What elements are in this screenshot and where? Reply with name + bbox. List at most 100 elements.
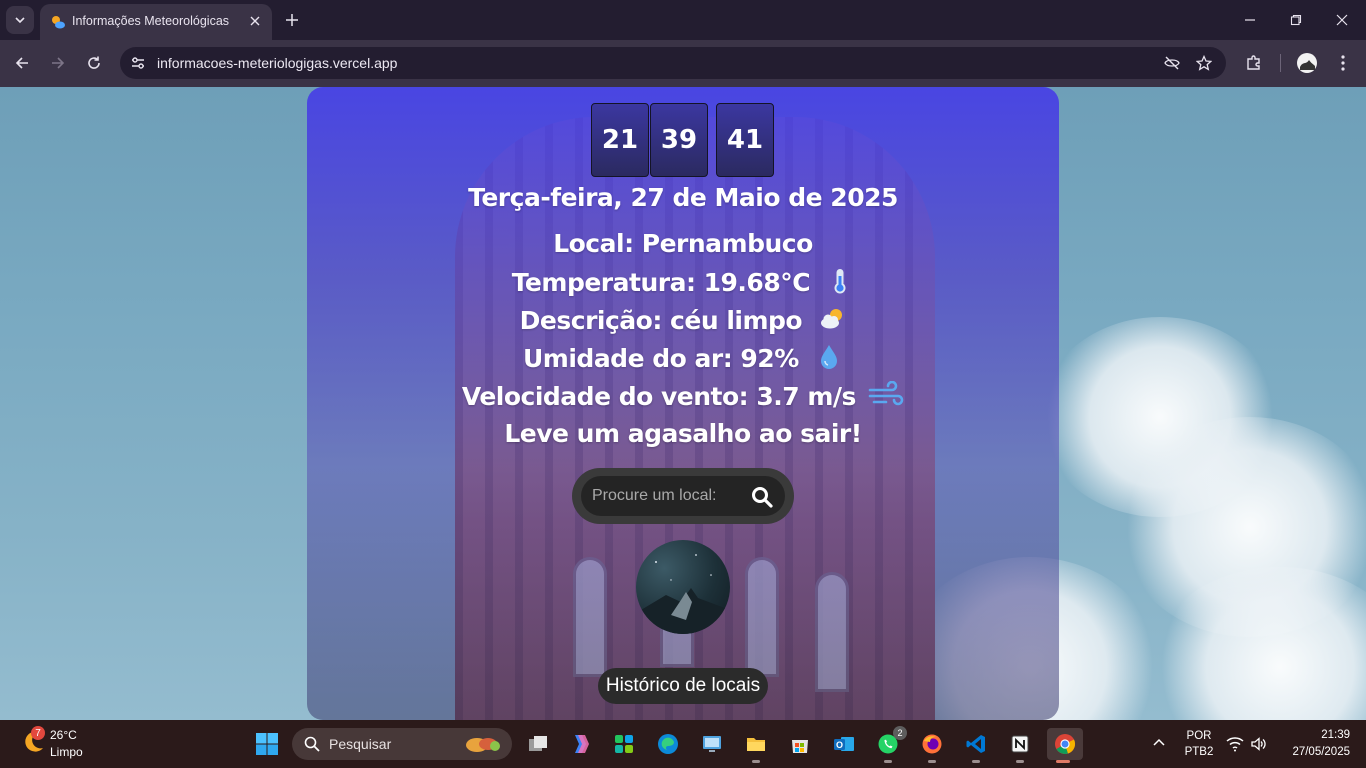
- wind-label: Velocidade do vento: 3.7 m/s: [461, 382, 857, 411]
- tune-icon: [132, 57, 144, 69]
- windows-start-icon[interactable]: [255, 732, 279, 756]
- wind-icon: [868, 381, 904, 406]
- night-sky-image: [636, 554, 730, 634]
- widgets-app[interactable]: [608, 728, 640, 760]
- tab-search-button[interactable]: [6, 6, 34, 34]
- widgets-icon: [615, 735, 633, 753]
- browser-tab[interactable]: Informações Meteorológicas: [40, 4, 272, 40]
- edge-app[interactable]: [652, 728, 684, 760]
- new-tab-button[interactable]: [282, 10, 302, 30]
- running-indicator: [884, 760, 892, 763]
- chrome-icon: [1055, 734, 1076, 754]
- tab-title: Informações Meteorológicas: [72, 14, 230, 28]
- profile-button[interactable]: [1296, 52, 1318, 74]
- bookmark-button[interactable]: [1194, 53, 1214, 73]
- extensions-button[interactable]: [1243, 52, 1265, 74]
- store-icon: [792, 740, 808, 753]
- location-label: Local: Pernambuco: [553, 229, 813, 258]
- weather-favicon-icon: [52, 16, 65, 29]
- plus-icon: [286, 14, 298, 26]
- thermometer-icon: [834, 269, 846, 294]
- keyboard-layout: PTB2: [1184, 746, 1214, 758]
- language-code: POR: [1186, 730, 1212, 742]
- speaker-icon: [1251, 737, 1266, 751]
- running-indicator: [1016, 760, 1024, 763]
- forward-button[interactable]: [46, 51, 70, 75]
- browser-tab-bar: Informações Meteorológicas: [0, 0, 1366, 40]
- chevron-down-icon: [15, 17, 25, 24]
- toolbar-separator: [1280, 54, 1281, 72]
- arrow-left-icon: [15, 57, 28, 69]
- taskbar-search-label: Pesquisar: [329, 736, 392, 752]
- site-info-button[interactable]: [128, 53, 148, 73]
- volume-control[interactable]: [1250, 736, 1266, 757]
- outlook-icon: O: [834, 737, 854, 751]
- restore-icon: [1290, 14, 1302, 26]
- back-button[interactable]: [10, 51, 34, 75]
- puzzle-icon: [1247, 55, 1260, 70]
- clock-tray[interactable]: 21:39 27/05/2025: [1280, 720, 1356, 768]
- profile-avatar[interactable]: [636, 540, 730, 634]
- notion-app[interactable]: [1004, 728, 1036, 763]
- close-icon: [250, 16, 260, 26]
- firefox-app[interactable]: [916, 728, 948, 763]
- humidity-label: Umidade do ar: 92%: [523, 344, 799, 373]
- search-button[interactable]: [750, 485, 774, 509]
- remote-desktop-app[interactable]: [696, 728, 728, 760]
- clock-minutes: 39: [650, 103, 708, 177]
- outlook-app[interactable]: O: [828, 728, 860, 760]
- date-text: Terça-feira, 27 de Maio de 2025: [307, 183, 1059, 212]
- close-tab-button[interactable]: [246, 12, 264, 30]
- language-indicator[interactable]: POR PTB2: [1180, 720, 1218, 768]
- chrome-app[interactable]: [1047, 728, 1083, 763]
- whatsapp-badge: 2: [893, 726, 907, 740]
- whatsapp-app[interactable]: 2: [872, 726, 907, 763]
- svg-text:O: O: [836, 740, 843, 750]
- advice-text: Leve um agasalho ao sair!: [307, 419, 1059, 448]
- network-status[interactable]: [1226, 736, 1244, 757]
- page-viewport: 21 39 41 Terça-feira, 27 de Maio de 2025…: [0, 87, 1366, 720]
- restore-button[interactable]: [1284, 8, 1308, 32]
- taskbar-search[interactable]: Pesquisar: [292, 728, 512, 760]
- location-text: Local: Pernambuco: [307, 229, 1059, 258]
- tracking-protection-button[interactable]: [1162, 53, 1182, 73]
- history-button[interactable]: Histórico de locais: [598, 668, 768, 704]
- store-app[interactable]: [784, 728, 816, 760]
- firefox-icon: [922, 734, 942, 754]
- edge-icon: [658, 734, 678, 754]
- tray-date: 27/05/2025: [1292, 746, 1350, 758]
- running-indicator: [928, 760, 936, 763]
- url-text: informacoes-meteriologigas.vercel.app: [157, 55, 398, 71]
- weather-badge: 7: [31, 726, 45, 740]
- copilot-app[interactable]: [564, 728, 596, 760]
- task-view-button[interactable]: [522, 728, 554, 760]
- reload-button[interactable]: [82, 51, 106, 75]
- arrow-right-icon: [52, 57, 65, 69]
- address-bar[interactable]: informacoes-meteriologigas.vercel.app: [120, 47, 1226, 79]
- wind-text: Velocidade do vento: 3.7 m/s: [307, 381, 1059, 411]
- minimize-button[interactable]: [1238, 8, 1262, 32]
- show-hidden-icons-button[interactable]: [1152, 736, 1166, 755]
- weather-description: Limpo: [50, 745, 83, 759]
- vscode-icon: [966, 735, 985, 753]
- file-explorer-app[interactable]: [740, 728, 772, 763]
- humidity-text: Umidade do ar: 92%: [307, 343, 1059, 373]
- wifi-icon: [1226, 737, 1244, 752]
- active-indicator: [1056, 760, 1070, 763]
- temperature-text: Temperatura: 19.68°C: [307, 267, 1059, 297]
- chevron-up-icon: [1153, 738, 1165, 746]
- menu-button[interactable]: [1332, 52, 1354, 74]
- weather-temperature: 26°C: [50, 728, 77, 742]
- more-vertical-icon: [1341, 55, 1345, 71]
- star-icon: [1196, 55, 1212, 71]
- task-view-icon: [529, 736, 547, 751]
- close-window-button[interactable]: [1330, 8, 1354, 32]
- taskbar: 7 26°C Limpo Pesquisar O 2 POR PTB2 21:3…: [0, 720, 1366, 768]
- vscode-app[interactable]: [960, 728, 992, 763]
- clock-seconds: 41: [716, 103, 774, 177]
- search-highlight-icon: [466, 738, 500, 752]
- advice-label: Leve um agasalho ao sair!: [504, 419, 862, 448]
- copilot-icon: [575, 735, 589, 753]
- description-text: Descrição: céu limpo: [307, 305, 1059, 335]
- running-indicator: [752, 760, 760, 763]
